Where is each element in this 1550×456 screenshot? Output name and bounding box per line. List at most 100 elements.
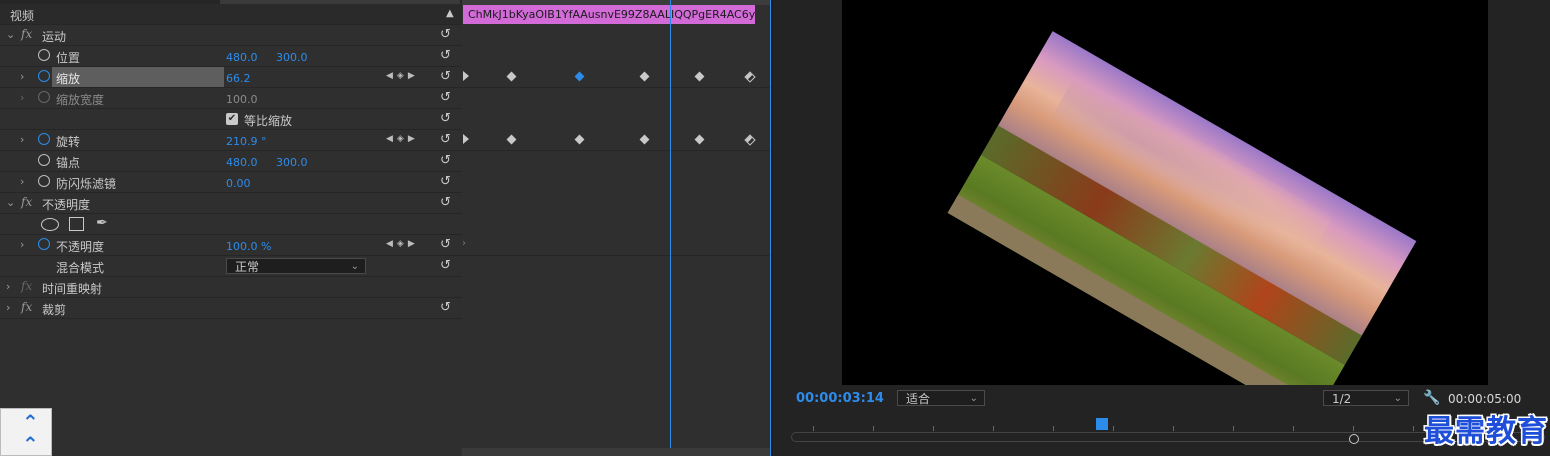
- zoom-select[interactable]: 适合 ⌄: [897, 390, 985, 406]
- stopwatch-active-icon[interactable]: [38, 133, 50, 145]
- clip-bar[interactable]: ChMkJ1bKyaOIB1YfAAusnvE99Z8AALIQQPgER4AC…: [463, 5, 755, 24]
- reset-icon[interactable]: ↺: [440, 27, 451, 42]
- resolution-select[interactable]: 1/2 ⌄: [1323, 390, 1409, 406]
- opacity-value[interactable]: 100.0 %: [226, 240, 271, 253]
- keyframe-partial[interactable]: [744, 71, 756, 83]
- zoom-select-value: 适合: [906, 392, 931, 406]
- scale-value[interactable]: 66.2: [226, 72, 251, 85]
- mask-tools-row: ✒: [0, 214, 462, 235]
- chevron-right-icon[interactable]: ›: [20, 91, 30, 104]
- chevron-right-icon[interactable]: ›: [20, 70, 30, 83]
- rectangle-mask-icon[interactable]: [69, 217, 84, 231]
- reset-icon[interactable]: ↺: [440, 195, 451, 210]
- reset-icon[interactable]: ↺: [440, 237, 451, 252]
- ruler-tick: [1113, 426, 1114, 431]
- chevron-right-icon[interactable]: ›: [6, 280, 16, 293]
- pen-mask-icon[interactable]: ✒: [96, 215, 108, 231]
- wrench-icon[interactable]: 🔧: [1423, 390, 1440, 406]
- monitor-playhead[interactable]: [1096, 418, 1108, 430]
- keyframe-nav-controls[interactable]: ◀◈▶: [386, 134, 419, 144]
- keyframe-in-marker: [463, 134, 469, 144]
- keyframe[interactable]: [694, 134, 705, 145]
- keyframe-nav-controls[interactable]: ◀◈▶: [386, 239, 419, 249]
- reset-icon[interactable]: ↺: [440, 300, 451, 315]
- stopwatch-icon[interactable]: [38, 154, 50, 166]
- reset-icon[interactable]: ↺: [440, 258, 451, 273]
- anchor-y-value[interactable]: 300.0: [276, 156, 308, 169]
- timeline-scrollbar[interactable]: [462, 448, 770, 456]
- chevron-right-icon[interactable]: ›: [20, 175, 30, 188]
- double-chevron-up-icon[interactable]: ⌃ ⌃: [22, 411, 39, 455]
- stopwatch-icon[interactable]: [38, 175, 50, 187]
- opacity-effect-row[interactable]: ⌄ fx 不透明度 ↺: [0, 193, 462, 214]
- scale-label: 缩放: [56, 72, 81, 86]
- stopwatch-icon: [38, 91, 50, 103]
- anchor-label: 锚点: [56, 156, 81, 170]
- anti-flicker-value[interactable]: 0.00: [226, 177, 251, 190]
- chevron-right-icon[interactable]: ›: [20, 133, 30, 146]
- uniform-scale-label: 等比缩放: [244, 114, 293, 128]
- collapse-up-icon[interactable]: ▲: [446, 8, 454, 19]
- reset-icon[interactable]: ↺: [440, 153, 451, 168]
- position-label: 位置: [56, 51, 81, 65]
- current-timecode[interactable]: 00:00:03:14: [796, 391, 884, 406]
- keyframe[interactable]: [506, 134, 517, 145]
- keyframe[interactable]: [639, 134, 650, 145]
- fx-icon[interactable]: fx: [21, 195, 32, 209]
- stopwatch-icon[interactable]: [38, 49, 50, 61]
- zoom-scroll-knob[interactable]: [1349, 434, 1359, 444]
- ruler-tick: [933, 426, 934, 431]
- reset-icon[interactable]: ↺: [440, 69, 451, 84]
- reset-icon[interactable]: ↺: [440, 174, 451, 189]
- position-y-value[interactable]: 300.0: [276, 51, 308, 64]
- keyframe[interactable]: [694, 71, 705, 82]
- chevron-down-icon[interactable]: ⌄: [6, 196, 16, 209]
- watermark-text: 最需教育: [1424, 414, 1548, 449]
- motion-effect-row[interactable]: ⌄ fx 运动 ↺: [0, 25, 462, 46]
- anchor-x-value[interactable]: 480.0: [226, 156, 258, 169]
- ruler-tick: [1353, 426, 1354, 431]
- crop-row[interactable]: › fx 裁剪 ↺: [0, 298, 462, 319]
- opacity-label: 不透明度: [56, 240, 105, 254]
- effect-controls-panel: 视频 ▲ ⌄ fx 运动 ↺ 位置 480.0 300.0 ↺ › 缩放 66.…: [0, 0, 462, 456]
- chevron-right-icon[interactable]: ›: [20, 238, 30, 251]
- chevron-down-icon[interactable]: ⌄: [6, 28, 16, 41]
- video-preview[interactable]: [842, 0, 1488, 385]
- chevron-right-icon[interactable]: ›: [6, 301, 16, 314]
- time-remap-label: 时间重映射: [42, 282, 103, 296]
- stopwatch-active-icon[interactable]: [38, 70, 50, 82]
- keyframe[interactable]: [639, 71, 650, 82]
- time-remap-row[interactable]: › fx 时间重映射: [0, 277, 462, 298]
- video-section-title: 视频: [10, 9, 35, 23]
- keyframe-in-marker: [463, 71, 469, 81]
- keyframe[interactable]: [574, 134, 585, 145]
- keyframe[interactable]: [506, 71, 517, 82]
- reset-icon[interactable]: ↺: [440, 111, 451, 126]
- rotation-value[interactable]: 210.9 °: [226, 135, 267, 148]
- keyframe-partial[interactable]: [744, 134, 756, 146]
- reset-icon[interactable]: ↺: [440, 90, 451, 105]
- reset-icon[interactable]: ↺: [440, 132, 451, 147]
- opacity-keyframe-row: ›: [462, 235, 770, 256]
- scale-width-label: 缩放宽度: [56, 93, 105, 107]
- scale-width-row: › 缩放宽度 100.0 ↺: [0, 88, 462, 109]
- keyframe-nav-controls[interactable]: ◀◈▶: [386, 71, 419, 81]
- scale-keyframe-row: [462, 67, 770, 88]
- playhead-line[interactable]: [670, 0, 671, 456]
- stopwatch-active-icon[interactable]: [38, 238, 50, 250]
- anti-flicker-row: › 防闪烁滤镜 0.00 ↺: [0, 172, 462, 193]
- scale-row: › 缩放 66.2 ◀◈▶ ↺: [0, 67, 462, 88]
- blend-mode-label: 混合模式: [56, 261, 105, 275]
- ellipse-mask-icon[interactable]: [41, 218, 59, 231]
- anchor-row: 锚点 480.0 300.0 ↺: [0, 151, 462, 172]
- video-section-header: 视频 ▲: [0, 4, 462, 25]
- uniform-scale-checkbox[interactable]: ✔: [226, 113, 238, 125]
- reset-icon[interactable]: ↺: [440, 48, 451, 63]
- fx-icon[interactable]: fx: [21, 300, 32, 314]
- anti-flicker-label: 防闪烁滤镜: [56, 177, 117, 191]
- fx-icon[interactable]: fx: [21, 27, 32, 41]
- blend-mode-select[interactable]: 正常 ⌄: [226, 258, 366, 274]
- blend-mode-row: 混合模式 正常 ⌄ ↺: [0, 256, 462, 277]
- keyframe-selected[interactable]: [574, 71, 585, 82]
- position-x-value[interactable]: 480.0: [226, 51, 258, 64]
